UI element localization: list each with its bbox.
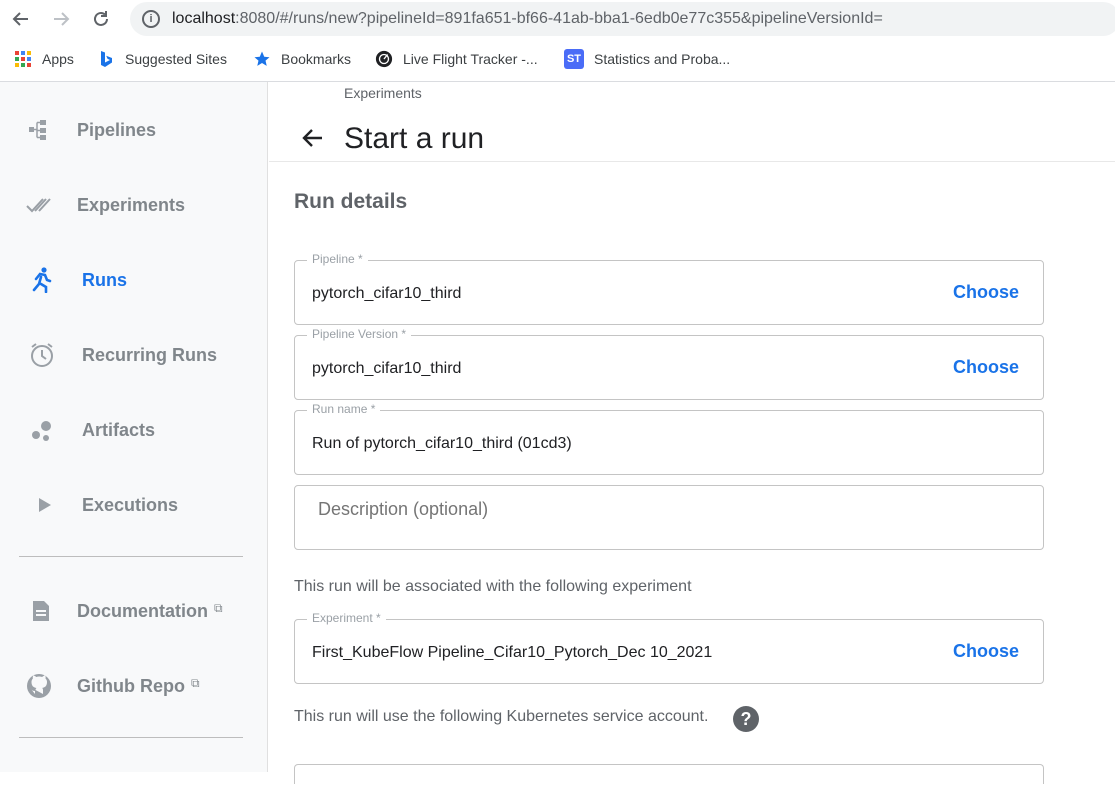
choose-experiment-button[interactable]: Choose (953, 641, 1019, 662)
service-account-note: This run will use the following Kubernet… (294, 708, 709, 725)
star-icon (253, 50, 271, 68)
pipelines-icon (26, 117, 52, 143)
description-input[interactable]: Description (optional) (318, 499, 488, 520)
description-field[interactable]: Description (optional) (294, 485, 1044, 550)
sidebar-link-label: Documentation ⧉ (77, 600, 223, 621)
pipeline-value[interactable]: pytorch_cifar10_third (312, 285, 461, 303)
bookmark-label: Statistics and Proba... (594, 51, 731, 67)
page-header: Experiments Start a run (269, 82, 1115, 162)
alarm-icon (29, 342, 55, 368)
bookmark-label: Live Flight Tracker -... (403, 51, 538, 67)
pipeline-field: Pipeline * pytorch_cifar10_third Choose (294, 252, 1044, 325)
service-account-field[interactable] (294, 764, 1044, 784)
bookmark-label: Apps (42, 51, 74, 67)
sidebar-item-label: Recurring Runs (82, 344, 218, 365)
field-label: Pipeline * (307, 252, 368, 266)
bookmark-label: Suggested Sites (125, 51, 227, 67)
document-icon (28, 598, 54, 624)
st-icon: ST (564, 49, 584, 69)
choose-pipeline-version-button[interactable]: Choose (953, 357, 1019, 378)
sidebar-divider (19, 556, 243, 557)
sidebar-item-label: Artifacts (82, 419, 156, 440)
section-title: Run details (294, 190, 408, 213)
run-name-field[interactable]: Run name * Run of pytorch_cifar10_third … (294, 402, 1044, 475)
page-title: Start a run (344, 122, 485, 155)
sidebar-item-artifacts[interactable]: Artifacts (0, 405, 268, 455)
sidebar-link-documentation[interactable]: Documentation ⧉ (0, 586, 268, 636)
sidebar-item-label: Pipelines (77, 119, 157, 140)
sidebar-item-experiments[interactable]: Experiments (0, 180, 268, 230)
sidebar-item-pipelines[interactable]: Pipelines (0, 105, 268, 155)
run-name-input[interactable]: Run of pytorch_cifar10_third (01cd3) (312, 435, 572, 453)
bing-icon (97, 50, 115, 68)
field-label: Experiment * (307, 611, 386, 625)
apps-grid-icon (14, 50, 32, 68)
back-arrow-icon[interactable] (301, 126, 325, 150)
experiment-note: This run will be associated with the fol… (294, 578, 692, 595)
sidebar-item-executions[interactable]: Executions (0, 480, 268, 530)
pipeline-version-value[interactable]: pytorch_cifar10_third (312, 360, 461, 378)
bookmark-apps[interactable]: Apps (14, 44, 74, 74)
breadcrumb[interactable]: Experiments (344, 85, 422, 101)
experiment-value[interactable]: First_KubeFlow Pipeline_Cifar10_Pytorch_… (312, 644, 712, 662)
browser-chrome: i localhost:8080/#/runs/new?pipelineId=8… (0, 0, 1115, 82)
field-label: Pipeline Version * (307, 327, 412, 341)
github-icon (26, 673, 52, 699)
site-info-icon[interactable]: i (142, 10, 160, 28)
play-icon (31, 492, 57, 518)
bookmark-label: Bookmarks (281, 51, 352, 67)
runs-icon (28, 267, 54, 293)
reload-icon[interactable] (88, 6, 114, 32)
sidebar-link-github[interactable]: Github Repo ⧉ (0, 661, 268, 711)
artifacts-icon (29, 417, 55, 443)
sidebar-item-runs[interactable]: Runs (0, 255, 268, 305)
sidebar-item-label: Executions (82, 494, 179, 515)
forward-nav-icon[interactable] (48, 6, 74, 32)
sidebar: Pipelines Experiments Runs Recurring Run… (0, 82, 268, 772)
main-content: Experiments Start a run Run details Pipe… (269, 82, 1115, 784)
experiments-icon (26, 192, 52, 218)
sidebar-link-label: Github Repo ⧉ (77, 675, 200, 696)
radar-icon (375, 50, 393, 68)
address-bar[interactable]: i localhost:8080/#/runs/new?pipelineId=8… (130, 2, 1115, 36)
experiment-field: Experiment * First_KubeFlow Pipeline_Cif… (294, 611, 1044, 684)
external-link-icon: ⧉ (214, 600, 223, 615)
sidebar-item-recurring-runs[interactable]: Recurring Runs (0, 330, 268, 380)
url-text[interactable]: localhost:8080/#/runs/new?pipelineId=891… (172, 10, 883, 28)
bookmark-flight-tracker[interactable]: Live Flight Tracker -... (375, 44, 538, 74)
bookmark-bookmarks[interactable]: Bookmarks (253, 44, 351, 74)
help-icon[interactable]: ? (733, 706, 759, 732)
sidebar-item-label: Experiments (77, 194, 186, 215)
sidebar-item-label: Runs (82, 269, 127, 290)
pipeline-version-field: Pipeline Version * pytorch_cifar10_third… (294, 327, 1044, 400)
choose-pipeline-button[interactable]: Choose (953, 282, 1019, 303)
bookmarks-bar: Apps Suggested Sites Bookmarks Live Flig… (0, 44, 1115, 74)
sidebar-divider (19, 737, 243, 738)
bookmark-statistics[interactable]: ST Statistics and Proba... (564, 44, 730, 74)
external-link-icon: ⧉ (190, 675, 200, 690)
bookmark-suggested-sites[interactable]: Suggested Sites (97, 44, 227, 74)
field-label: Run name * (307, 402, 381, 416)
back-nav-icon[interactable] (8, 6, 34, 32)
